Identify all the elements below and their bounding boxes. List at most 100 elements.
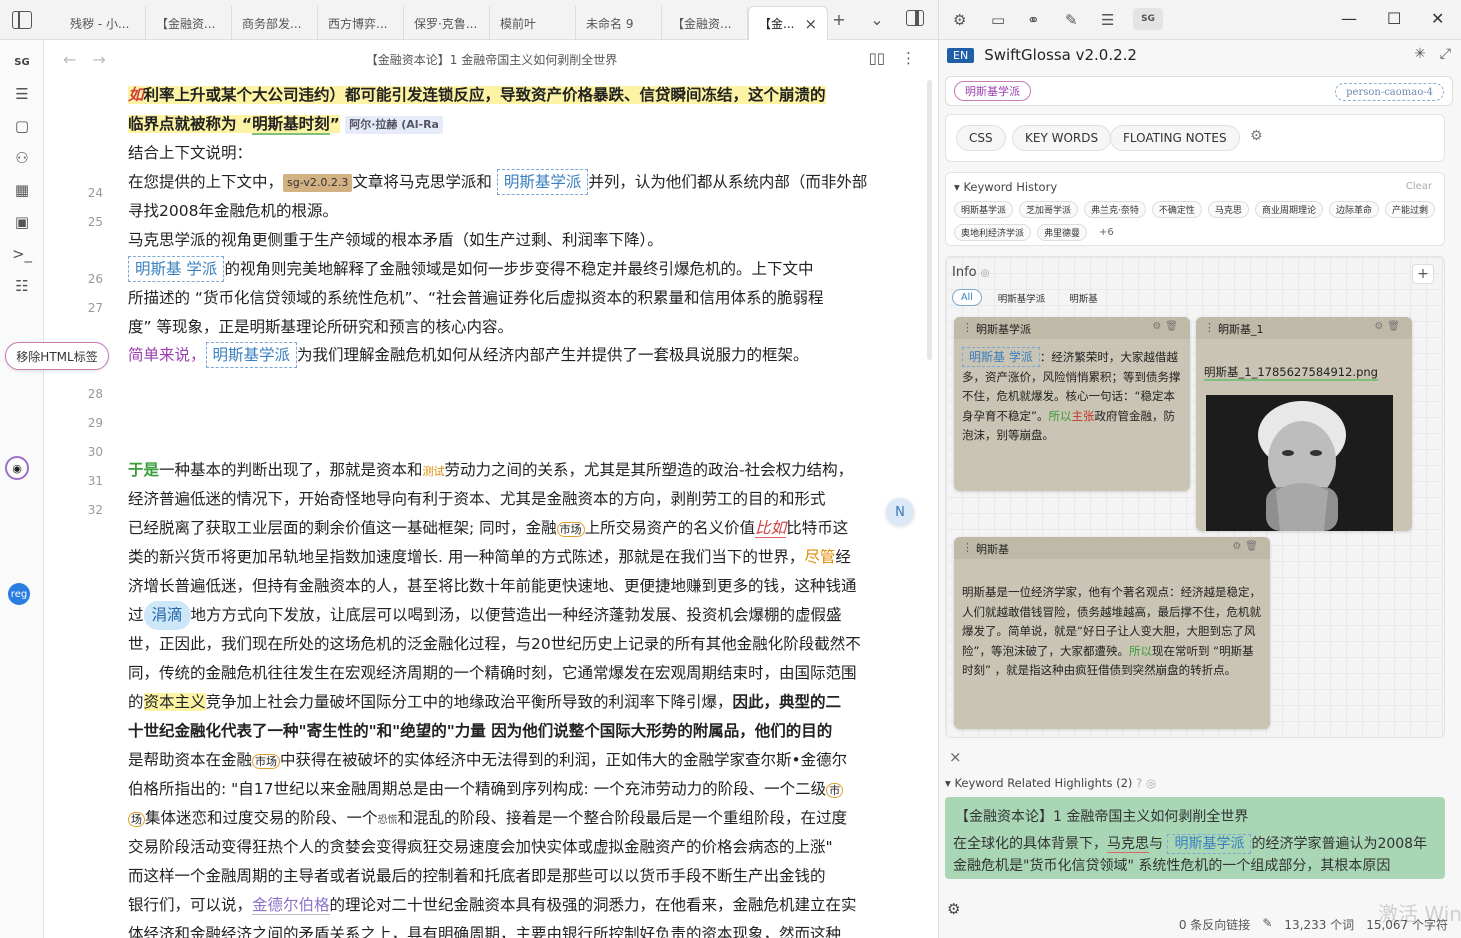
history-chip[interactable]: 产能过剩 xyxy=(1384,201,1435,218)
share-icon[interactable]: ⚙ xyxy=(953,11,966,29)
filter-all[interactable]: All xyxy=(952,289,982,306)
char-count: 15,067 个字符 xyxy=(1366,918,1448,932)
history-chip[interactable]: 芝加哥学派 xyxy=(1019,201,1079,218)
tab-list-chevron-icon[interactable]: ⌄ xyxy=(868,10,886,29)
note-n-button[interactable]: N xyxy=(886,498,914,526)
keyword-box[interactable]: 明斯基学派 xyxy=(1167,834,1252,854)
sidebar-toggle-icon[interactable] xyxy=(12,11,32,29)
more-options-icon[interactable]: ⋮ xyxy=(901,49,916,67)
clear-history-button[interactable]: Clear xyxy=(1406,181,1432,192)
keyword-box[interactable]: 明斯基学派 xyxy=(205,342,298,368)
reading-mode-icon[interactable]: ▯▯ xyxy=(868,49,885,67)
history-chip[interactable]: 不确定性 xyxy=(1151,201,1202,218)
calendar-icon[interactable]: ▣ xyxy=(12,212,32,232)
keywords-button[interactable]: KEY WORDS xyxy=(1012,125,1112,151)
circled-word[interactable]: 市场 xyxy=(252,754,281,769)
remove-html-tags-button[interactable]: 移除HTML标签 xyxy=(5,342,109,370)
history-chip[interactable]: 商业周期理论 xyxy=(1254,201,1323,218)
close-tab-icon[interactable]: × xyxy=(804,15,817,33)
grid-icon[interactable]: ▦ xyxy=(12,180,32,200)
expand-icon[interactable]: ⤢ xyxy=(1440,46,1451,62)
tab-item[interactable]: 【金融资... xyxy=(146,6,232,40)
list-icon[interactable]: ☰ xyxy=(12,84,32,104)
delete-icon[interactable]: 🗑 xyxy=(1165,321,1182,332)
keyword-box[interactable]: 明斯基学派 xyxy=(496,169,589,195)
internal-link[interactable]: 金德尔伯格 xyxy=(252,896,330,915)
circled-word[interactable]: 场 xyxy=(128,812,145,827)
sg-version-tag[interactable]: sg-v2.0.2.3 xyxy=(283,173,353,192)
circled-word[interactable]: 市 xyxy=(826,783,844,798)
filter-chip[interactable]: 明斯基学派 xyxy=(990,289,1054,306)
filter-chip[interactable]: 明斯基 xyxy=(1061,289,1106,306)
editor-scrollbar[interactable] xyxy=(927,80,932,360)
tab-item[interactable]: 商务部发... xyxy=(232,6,318,40)
maximize-window-icon[interactable]: ☐ xyxy=(1387,9,1401,28)
add-note-button[interactable]: + xyxy=(1412,264,1434,284)
floating-notes-button[interactable]: FLOATING NOTES xyxy=(1110,125,1240,151)
selected-word-bubble[interactable]: 涓滴 xyxy=(143,601,191,630)
history-chip[interactable]: 弗里德曼 xyxy=(1037,224,1088,241)
sparkle-icon[interactable]: ✳ xyxy=(1414,46,1426,62)
gear-icon[interactable]: ⚙ xyxy=(947,900,960,918)
annotation-tag[interactable]: 阿尔·拉赫 (Al-Ra xyxy=(345,115,443,134)
history-chip[interactable]: 边际革命 xyxy=(1328,201,1379,218)
keyword-box[interactable]: 明斯基 学派 xyxy=(128,256,225,282)
terminal-icon[interactable]: >_ xyxy=(12,244,32,264)
tab-item[interactable]: 模前叶 xyxy=(490,6,576,40)
editor-title: 【金融资本论】1 金融帝国主义如何剥削全世界 xyxy=(365,53,618,67)
tab-item-active[interactable]: 【金... × xyxy=(748,6,828,40)
note-card[interactable]: ⋮⋮ 明斯基学派 ⚙🗑 明斯基 学派 ：经济繁荣时，大家越借越多，资产涨价，风险悄… xyxy=(954,317,1190,491)
history-chip[interactable]: 明斯基学派 xyxy=(954,201,1014,218)
help-icon[interactable]: ? xyxy=(1136,776,1142,790)
tab-item[interactable]: 保罗·克鲁... xyxy=(404,6,490,40)
info-settings-icon[interactable]: ◎ xyxy=(981,268,990,279)
checklist-icon[interactable]: ☷ xyxy=(12,276,32,296)
list-icon[interactable]: ☰ xyxy=(1101,11,1114,29)
settings-icon[interactable]: ◎ xyxy=(1146,776,1156,790)
assistant-bot-icon[interactable]: ◉ xyxy=(5,456,29,480)
tab-item[interactable]: 残秽 - 小... xyxy=(60,6,146,40)
tab-item[interactable]: 【金融资... xyxy=(662,6,748,40)
delete-icon[interactable]: 🗑 xyxy=(1245,541,1262,552)
card-settings-icon[interactable]: ⚙ xyxy=(1232,541,1245,552)
history-chip[interactable]: 马克思 xyxy=(1207,201,1249,218)
close-window-icon[interactable]: ✕ xyxy=(1431,9,1444,28)
settings-gear-icon[interactable]: ⚙ xyxy=(1250,128,1263,144)
note-card[interactable]: ⋮⋮ 明斯基 ⚙🗑 明斯基是一位经济学家，他有个著名观点：经济越是稳定，人们就越… xyxy=(954,537,1270,729)
tab-item[interactable]: 西方博弈... xyxy=(318,6,404,40)
card-settings-icon[interactable]: ⚙ xyxy=(1152,321,1165,332)
right-sidebar-toggle-icon[interactable] xyxy=(906,10,924,26)
image-filename[interactable]: 明斯基_1_1785627584912.png xyxy=(1204,365,1378,381)
keyword-highlight[interactable]: 明斯基时刻 xyxy=(252,115,330,135)
graph-icon[interactable]: ⚇ xyxy=(12,148,32,168)
minimize-window-icon[interactable]: — xyxy=(1341,9,1357,28)
keyword-box[interactable]: 明斯基 学派 xyxy=(962,347,1040,367)
card-settings-icon[interactable]: ⚙ xyxy=(1374,321,1387,332)
close-highlights-icon[interactable]: × xyxy=(949,748,962,766)
new-tab-button[interactable]: + xyxy=(830,10,848,29)
more-chips[interactable]: +6 xyxy=(1093,224,1120,241)
css-button[interactable]: CSS xyxy=(956,125,1006,151)
tab-item[interactable]: 未命名 9 xyxy=(576,6,662,40)
keyword-search-bar[interactable]: 明斯基学派 person-caomao-4 xyxy=(945,76,1453,106)
edit-icon[interactable]: ✎ xyxy=(1065,11,1078,29)
delete-icon[interactable]: 🗑 xyxy=(1387,321,1404,332)
document-icon[interactable]: ▢ xyxy=(12,116,32,136)
highlight-card[interactable]: 【金融资本论】1 金融帝国主义如何剥削全世界 在全球化的具体背景下，马克思与 明… xyxy=(945,797,1445,879)
active-keyword-chip[interactable]: 明斯基学派 xyxy=(954,81,1031,101)
highlighted-word[interactable]: 资本主义 xyxy=(143,693,206,711)
regex-button[interactable]: reg xyxy=(8,583,30,605)
person-tag[interactable]: person-caomao-4 xyxy=(1335,83,1444,101)
backlinks-count[interactable]: 0 条反向链接 xyxy=(1179,916,1250,933)
swiftglossa-tab[interactable]: SG xyxy=(1133,8,1163,30)
language-badge[interactable]: EN xyxy=(947,47,975,63)
swiftglossa-ribbon-icon[interactable]: SG xyxy=(12,52,32,72)
history-chip[interactable]: 弗兰克·奈特 xyxy=(1084,201,1146,218)
archive-icon[interactable]: ▭ xyxy=(991,11,1005,29)
history-chip[interactable]: 奥地利经济学派 xyxy=(954,224,1032,241)
image-note-card[interactable]: ⋮⋮ 明斯基_1 ⚙🗑 明斯基_1_1785627584912.png xyxy=(1196,317,1412,531)
link-icon[interactable]: ⚭ xyxy=(1027,11,1040,29)
pen-icon[interactable]: ✎ xyxy=(1262,916,1272,933)
line-text: 临界点就被称为 “ xyxy=(128,115,253,133)
circled-word[interactable]: 市场 xyxy=(556,522,585,537)
